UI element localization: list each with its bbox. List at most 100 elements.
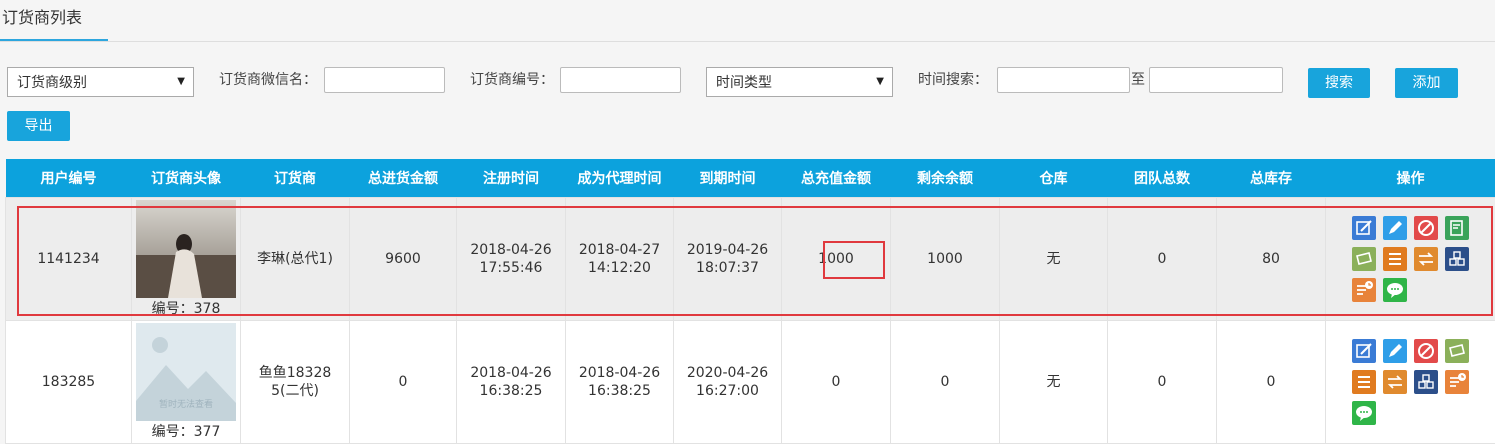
header-team-total: 团队总数: [1108, 159, 1217, 198]
dealer-number-label: 订货商编号：: [470, 67, 554, 93]
list-icon[interactable]: [1383, 247, 1407, 271]
header-user-id: 用户编号: [6, 159, 132, 198]
edit-icon[interactable]: [1352, 339, 1376, 363]
dealer-table: 用户编号 订货商头像 订货商 总进货金额 注册时间 成为代理时间 到期时间 总充…: [5, 159, 1495, 444]
warehouse-cell: 无: [1000, 321, 1108, 444]
action-icons: [1352, 216, 1469, 302]
dropdown-arrow-icon: ▼: [876, 68, 884, 96]
transfer-icon[interactable]: [1414, 247, 1438, 271]
register-clock: 16:38:25: [457, 382, 565, 400]
team-total-link[interactable]: 0: [1108, 198, 1217, 321]
expire-date: 2020-04-26: [674, 364, 781, 382]
pencil-icon[interactable]: [1383, 339, 1407, 363]
end-date-input[interactable]: [1149, 67, 1283, 93]
table-row: 183285 暂时无法查看 编号：377 鱼鱼183285(二代) 0 2018…: [6, 321, 1495, 444]
avatar-placeholder[interactable]: 暂时无法查看: [136, 323, 236, 421]
total-stock-link[interactable]: 0: [1217, 321, 1326, 444]
expire-clock: 18:07:37: [674, 259, 781, 277]
header-avatar: 订货商头像: [132, 159, 241, 198]
avatar-cell: 暂时无法查看 编号：377: [132, 321, 241, 444]
export-button[interactable]: 导出: [7, 111, 70, 141]
wechat-name-label: 订货商微信名：: [219, 67, 317, 93]
header-warehouse: 仓库: [1000, 159, 1108, 198]
message-icon[interactable]: [1383, 278, 1407, 302]
avatar-cell: 编号：378: [132, 198, 241, 321]
expire-clock: 16:27:00: [674, 382, 781, 400]
search-button[interactable]: 搜索: [1308, 68, 1370, 98]
record-icon[interactable]: [1445, 216, 1469, 240]
total-purchase-cell: 0: [350, 321, 457, 444]
clock-doc-icon[interactable]: [1352, 278, 1376, 302]
agent-clock: 16:38:25: [566, 382, 673, 400]
avatar-caption: 编号：378: [132, 300, 240, 318]
add-button[interactable]: 添加: [1395, 68, 1458, 98]
agent-clock: 14:12:20: [566, 259, 673, 277]
time-type-select[interactable]: 时间类型 ▼: [706, 67, 893, 97]
warehouse-cell: 无: [1000, 198, 1108, 321]
action-icons: [1352, 339, 1469, 425]
wechat-name-input[interactable]: [324, 67, 445, 93]
dealer-number-input[interactable]: [560, 67, 681, 93]
agent-date: 2018-04-27: [566, 241, 673, 259]
total-recharge-cell: 1000: [782, 198, 891, 321]
expire-time-cell: 2020-04-2616:27:00: [674, 321, 782, 444]
table-row: 1141234 编号：378 李琳(总代1) 9600 2018-04: [6, 198, 1495, 321]
dealer-name-cell: 鱼鱼183285(二代): [241, 321, 350, 444]
header-balance: 剩余余额: [891, 159, 1000, 198]
pencil-icon[interactable]: [1383, 216, 1407, 240]
disable-icon[interactable]: [1414, 216, 1438, 240]
dealer-name[interactable]: 鱼鱼183285(二代): [255, 364, 335, 400]
table-header-row: 用户编号 订货商头像 订货商 总进货金额 注册时间 成为代理时间 到期时间 总充…: [6, 159, 1495, 198]
edit-icon[interactable]: [1352, 216, 1376, 240]
total-recharge-cell: 0: [782, 321, 891, 444]
money-icon[interactable]: [1352, 247, 1376, 271]
team-total-link[interactable]: 0: [1108, 321, 1217, 444]
money-icon[interactable]: [1445, 339, 1469, 363]
user-id-cell: 183285: [6, 321, 132, 444]
tab-bar: 订货商列表: [0, 0, 1495, 42]
register-clock: 17:55:46: [457, 259, 565, 277]
total-stock-link[interactable]: 80: [1217, 198, 1326, 321]
header-total-recharge: 总充值金额: [782, 159, 891, 198]
header-total-purchase: 总进货金额: [350, 159, 457, 198]
stock-icon[interactable]: [1445, 247, 1469, 271]
user-id-cell: 1141234: [6, 198, 132, 321]
list-icon[interactable]: [1352, 370, 1376, 394]
dealer-level-select[interactable]: 订货商级别 ▼: [7, 67, 194, 97]
clock-doc-icon[interactable]: [1445, 370, 1469, 394]
actions-cell: [1326, 321, 1495, 444]
avatar-caption: 编号：377: [132, 423, 240, 441]
disable-icon[interactable]: [1414, 339, 1438, 363]
agent-date: 2018-04-26: [566, 364, 673, 382]
dealer-name[interactable]: 李琳(总代1): [255, 250, 335, 268]
register-date: 2018-04-26: [457, 241, 565, 259]
dealer-level-select-value: 订货商级别: [17, 75, 87, 91]
register-date: 2018-04-26: [457, 364, 565, 382]
header-total-stock: 总库存: [1217, 159, 1326, 198]
dealer-name-cell: 李琳(总代1): [241, 198, 350, 321]
expire-time-cell: 2019-04-2618:07:37: [674, 198, 782, 321]
transfer-icon[interactable]: [1383, 370, 1407, 394]
actions-cell: [1326, 198, 1495, 321]
register-time-cell: 2018-04-2616:38:25: [457, 321, 566, 444]
stock-icon[interactable]: [1414, 370, 1438, 394]
start-date-input[interactable]: [997, 67, 1130, 93]
tab-dealer-list[interactable]: 订货商列表: [0, 0, 108, 41]
dropdown-arrow-icon: ▼: [177, 68, 185, 96]
header-actions: 操作: [1326, 159, 1495, 198]
time-search-label: 时间搜索：: [918, 67, 988, 93]
expire-date: 2019-04-26: [674, 241, 781, 259]
balance-cell: 1000: [891, 198, 1000, 321]
total-purchase-cell: 9600: [350, 198, 457, 321]
agent-time-cell: 2018-04-2714:12:20: [566, 198, 674, 321]
avatar[interactable]: [136, 200, 236, 298]
header-dealer: 订货商: [241, 159, 350, 198]
header-expire-time: 到期时间: [674, 159, 782, 198]
register-time-cell: 2018-04-2617:55:46: [457, 198, 566, 321]
header-register-time: 注册时间: [457, 159, 566, 198]
message-icon[interactable]: [1352, 401, 1376, 425]
avatar-placeholder-text: 暂时无法查看: [159, 398, 213, 410]
header-agent-time: 成为代理时间: [566, 159, 674, 198]
to-label: 至: [1131, 67, 1145, 93]
balance-cell: 0: [891, 321, 1000, 444]
